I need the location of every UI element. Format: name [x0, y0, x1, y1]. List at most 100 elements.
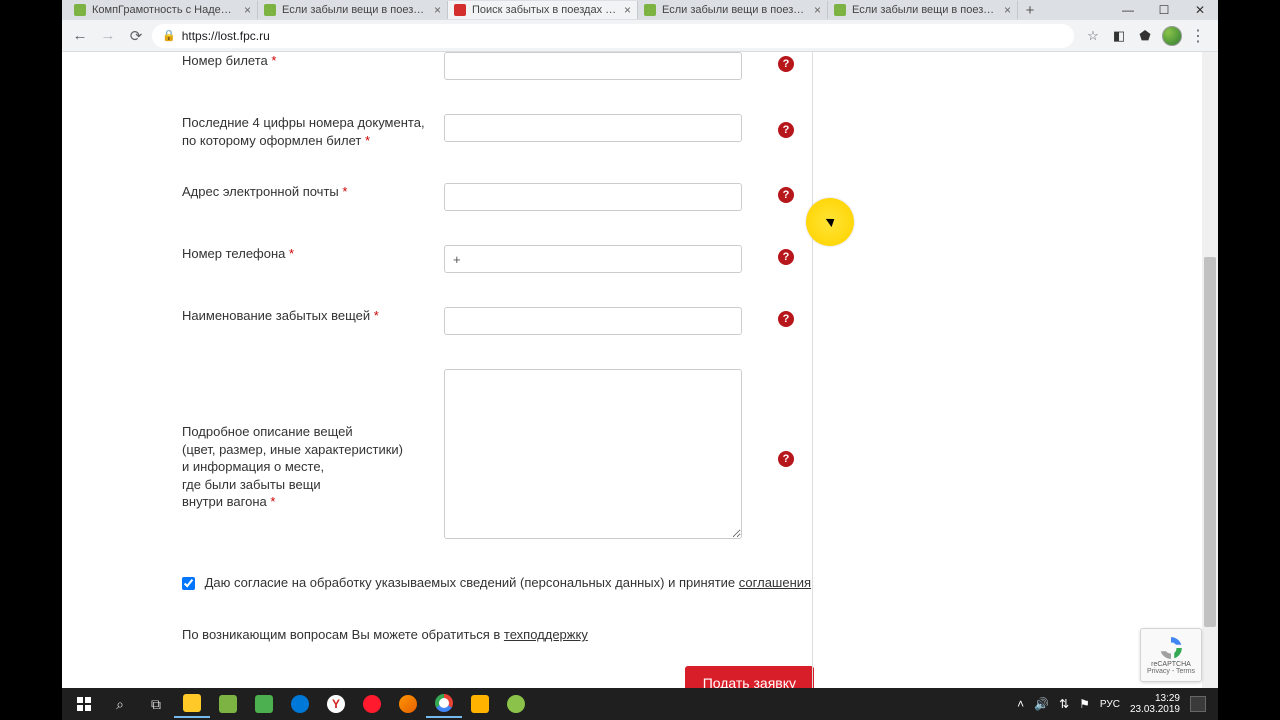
submit-button[interactable]: Подать заявку: [685, 666, 814, 688]
bookmark-star-icon[interactable]: ☆: [1084, 27, 1102, 45]
recaptcha-brand: reCAPTCHA: [1151, 661, 1191, 668]
recaptcha-terms: Privacy - Terms: [1147, 668, 1195, 675]
items-input[interactable]: [444, 307, 742, 335]
system-tray: ˄ 🔊 ⇅ ⚑ РУС 13:29 23.03.2019: [1017, 693, 1214, 715]
support-text: По возникающим вопросам Вы можете обрати…: [182, 627, 504, 642]
close-icon[interactable]: ×: [244, 4, 251, 16]
row-phone: Номер телефона * ?: [182, 235, 832, 297]
support-link[interactable]: техподдержку: [504, 627, 588, 642]
url-text: https://lost.fpc.ru: [182, 29, 270, 43]
description-textarea[interactable]: [444, 369, 742, 539]
tab-label: Если забыли вещи в поезде РЖ: [282, 4, 428, 16]
help-icon[interactable]: ?: [778, 122, 794, 138]
tray-network-icon[interactable]: ⇅: [1059, 697, 1069, 711]
tab-2-active[interactable]: Поиск забытых в поездах веще ×: [448, 1, 638, 19]
app-edge[interactable]: [282, 690, 318, 718]
menu-icon[interactable]: ⋮: [1190, 26, 1206, 46]
vertical-scrollbar[interactable]: [1202, 52, 1218, 688]
ticket-label: Номер билета *: [182, 52, 444, 70]
help-icon[interactable]: ?: [778, 187, 794, 203]
tab-0[interactable]: КомпГрамотность с Надеждой ×: [68, 1, 258, 19]
close-window-button[interactable]: ✕: [1182, 0, 1218, 20]
row-ticket: Номер билета * ?: [182, 52, 832, 104]
close-icon[interactable]: ×: [624, 4, 631, 16]
clock[interactable]: 13:29 23.03.2019: [1130, 693, 1180, 715]
tab-label: КомпГрамотность с Надеждой: [92, 4, 238, 16]
new-tab-button[interactable]: +: [1018, 2, 1042, 19]
row-description: Подробное описание вещей (цвет, размер, …: [182, 359, 832, 566]
tray-chevron-icon[interactable]: ˄: [1017, 697, 1024, 711]
tab-label: Поиск забытых в поездах веще: [472, 4, 618, 16]
consent-link[interactable]: соглашения: [739, 575, 811, 590]
date-text: 23.03.2019: [1130, 704, 1180, 715]
address-bar[interactable]: 🔒 https://lost.fpc.ru: [152, 24, 1074, 48]
tab-label: Если забыли вещи в поезде РЖ: [852, 4, 998, 16]
phone-input[interactable]: [444, 245, 742, 273]
task-view-button[interactable]: ⧉: [138, 690, 174, 718]
favicon: [644, 4, 656, 16]
minimize-button[interactable]: —: [1110, 0, 1146, 20]
tab-4[interactable]: Если забыли вещи в поезде РЖ ×: [828, 1, 1018, 19]
file-explorer[interactable]: [174, 690, 210, 718]
tab-label: Если забыли вещи в поезде РЖ: [662, 4, 808, 16]
notifications-button[interactable]: [1190, 696, 1206, 712]
start-button[interactable]: [66, 690, 102, 718]
app-mail[interactable]: [462, 690, 498, 718]
row-items: Наименование забытых вещей * ?: [182, 297, 832, 359]
recaptcha-badge[interactable]: reCAPTCHA Privacy - Terms: [1140, 628, 1202, 682]
language-indicator[interactable]: РУС: [1100, 699, 1120, 710]
favicon: [834, 4, 846, 16]
taskbar: ⌕ ⧉ Y ˄ 🔊 ⇅ ⚑ РУС 13:29 23.03.2019: [62, 688, 1218, 720]
tray-speaker-icon[interactable]: 🔊: [1034, 697, 1049, 711]
doc4-label: Последние 4 цифры номера документа, по к…: [182, 114, 444, 149]
email-input[interactable]: [444, 183, 742, 211]
window-controls: — ☐ ✕: [1110, 0, 1218, 20]
extension-icon-2[interactable]: ⬟: [1136, 27, 1154, 45]
app-green-1[interactable]: [246, 690, 282, 718]
ticket-input[interactable]: [444, 52, 742, 80]
row-email: Адрес электронной почты * ?: [182, 173, 832, 235]
close-icon[interactable]: ×: [814, 4, 821, 16]
help-icon[interactable]: ?: [778, 56, 794, 72]
app-libreoffice[interactable]: [210, 690, 246, 718]
extension-icon-1[interactable]: ◧: [1110, 27, 1128, 45]
recaptcha-icon: [1158, 635, 1184, 661]
tab-1[interactable]: Если забыли вещи в поезде РЖ ×: [258, 1, 448, 19]
consent-text: Даю согласие на обработку указываемых св…: [205, 575, 739, 590]
submit-row: Подать заявку: [182, 652, 832, 688]
consent-row: Даю согласие на обработку указываемых св…: [182, 566, 832, 600]
close-icon[interactable]: ×: [434, 4, 441, 16]
favicon: [74, 4, 86, 16]
search-button[interactable]: ⌕: [102, 690, 138, 718]
browser-window: КомпГрамотность с Надеждой × Если забыли…: [62, 0, 1218, 688]
lost-items-form: Номер билета * ? Последние 4 цифры номер…: [182, 52, 832, 688]
reload-button[interactable]: ⟳: [124, 24, 148, 48]
windows-icon: [77, 697, 91, 711]
items-label: Наименование забытых вещей *: [182, 307, 444, 325]
help-icon[interactable]: ?: [778, 311, 794, 327]
email-label: Адрес электронной почты *: [182, 183, 444, 201]
app-chrome[interactable]: [426, 690, 462, 718]
page-viewport: Номер билета * ? Последние 4 цифры номер…: [62, 52, 1218, 688]
app-yandex[interactable]: Y: [318, 690, 354, 718]
phone-label: Номер телефона *: [182, 245, 444, 263]
tab-3[interactable]: Если забыли вещи в поезде РЖ ×: [638, 1, 828, 19]
help-icon[interactable]: ?: [778, 249, 794, 265]
doc4-input[interactable]: [444, 114, 742, 142]
app-firefox[interactable]: [390, 690, 426, 718]
help-icon[interactable]: ?: [778, 451, 794, 467]
description-label: Подробное описание вещей (цвет, размер, …: [182, 369, 444, 511]
scroll-thumb[interactable]: [1204, 257, 1216, 627]
profile-avatar[interactable]: [1162, 26, 1182, 46]
favicon: [454, 4, 466, 16]
app-green-2[interactable]: [498, 690, 534, 718]
back-button[interactable]: ←: [68, 24, 92, 48]
row-doc4: Последние 4 цифры номера документа, по к…: [182, 104, 832, 173]
maximize-button[interactable]: ☐: [1146, 0, 1182, 20]
tray-defender-icon[interactable]: ⚑: [1079, 697, 1090, 711]
consent-checkbox[interactable]: [182, 577, 195, 590]
close-icon[interactable]: ×: [1004, 4, 1011, 16]
app-opera[interactable]: [354, 690, 390, 718]
lock-icon: 🔒: [162, 29, 176, 42]
forward-button[interactable]: →: [96, 24, 120, 48]
